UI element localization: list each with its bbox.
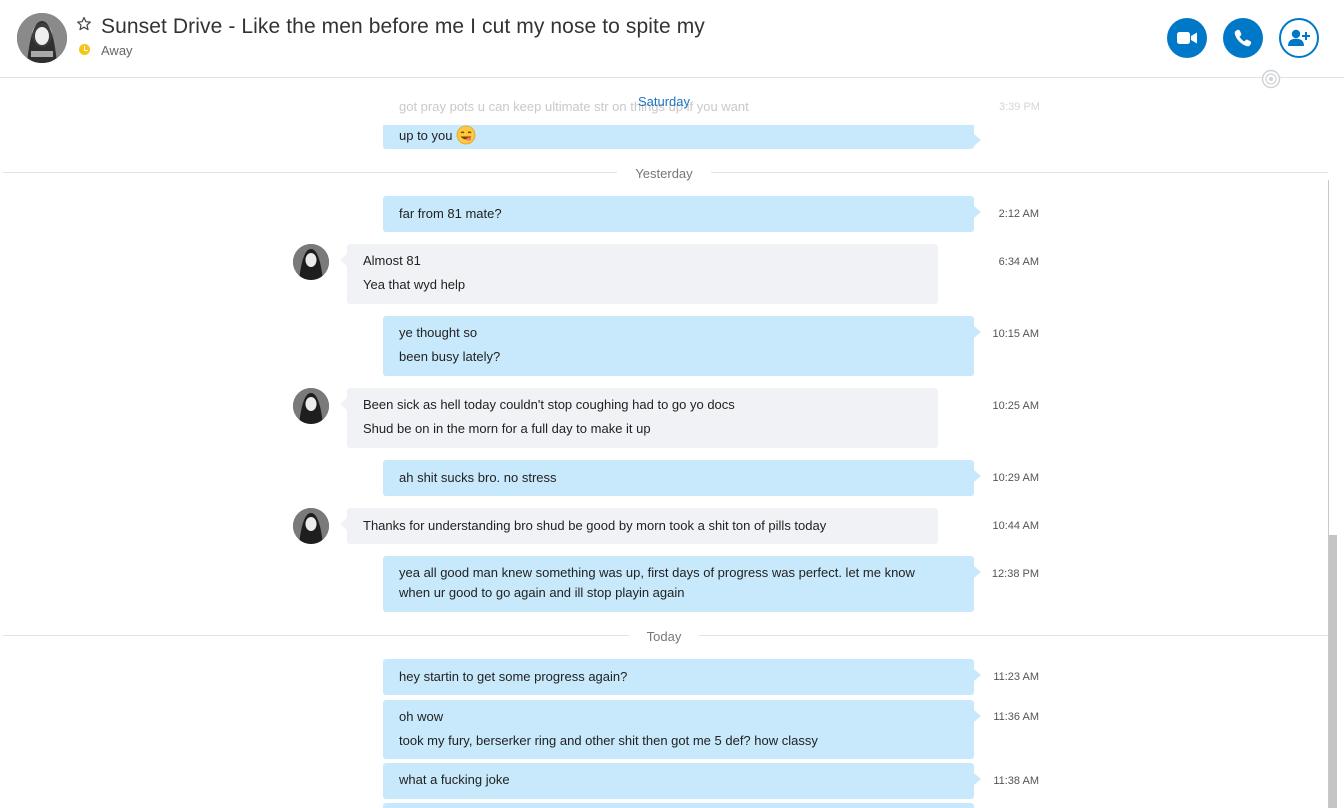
message-text: Yea that wyd help <box>363 277 466 292</box>
date-divider-yesterday: Yesterday <box>0 165 1328 183</box>
sticky-date-label: Saturday <box>637 94 691 109</box>
message-text: Shud be on in the morn for a full day to… <box>363 421 651 436</box>
message-text: oh wow <box>399 709 444 724</box>
message-text: hey startin to get some progress again? <box>399 669 628 684</box>
favorite-star-icon[interactable] <box>76 16 92 32</box>
contact-avatar[interactable] <box>17 13 67 63</box>
message-text: when ur good to go again and ill stop pl… <box>399 585 685 600</box>
message-bubble-outgoing[interactable]: far from 81 mate? <box>383 196 981 232</box>
message-bubble-outgoing[interactable]: hey startin to get some progress again? <box>383 659 981 695</box>
message-text: took my fury, berserker ring and other s… <box>399 733 818 748</box>
message-timestamp: 2:12 AM <box>998 208 1039 220</box>
add-participant-icon <box>1288 29 1310 46</box>
sender-avatar[interactable] <box>293 388 329 424</box>
date-divider-today: Today <box>0 628 1328 646</box>
message-timestamp: 10:25 AM <box>992 400 1039 412</box>
video-call-icon <box>1177 32 1197 44</box>
message-timestamp: 11:23 AM <box>993 671 1039 683</box>
message-text: ye thought so <box>399 325 478 340</box>
message-timestamp: 10:29 AM <box>992 472 1039 484</box>
message-bubble-outgoing[interactable]: ye thought so been busy lately? <box>383 316 981 376</box>
message-text: been busy lately? <box>399 349 501 364</box>
audio-call-icon <box>1234 29 1252 47</box>
audio-call-button[interactable] <box>1223 18 1263 58</box>
message-bubble-incoming[interactable]: Almost 81 Yea that wyd help <box>340 244 938 304</box>
message-text: Thanks for understanding bro shud be goo… <box>363 518 827 533</box>
message-timestamp: 6:34 AM <box>998 256 1039 268</box>
message-timestamp: 10:44 AM <box>992 520 1039 532</box>
message-timestamp: 11:38 AM <box>993 775 1039 787</box>
message-text: what a fucking joke <box>399 772 510 787</box>
message-text: up to you <box>399 125 958 146</box>
message-timestamp: 11:36 AM <box>993 711 1039 723</box>
yum-emoji-icon <box>456 125 475 145</box>
scrollbar-thumb[interactable] <box>1329 535 1337 808</box>
message-bubble-outgoing[interactable] <box>383 803 974 808</box>
sender-avatar[interactable] <box>293 508 329 544</box>
message-text: far from 81 mate? <box>399 206 502 221</box>
message-bubble-incoming[interactable]: Been sick as hell today couldn't stop co… <box>340 388 938 448</box>
message-text: yea all good man knew something was up, … <box>399 565 915 580</box>
message-bubble-outgoing[interactable]: oh wow took my fury, berserker ring and … <box>383 700 981 759</box>
message-text: Almost 81 <box>363 253 421 268</box>
message-bubble-outgoing[interactable]: up to you <box>383 124 981 149</box>
away-status-icon <box>79 44 90 55</box>
sender-avatar[interactable] <box>293 244 329 280</box>
message-bubble-outgoing[interactable]: ah shit sucks bro. no stress <box>383 460 981 496</box>
add-participant-button[interactable] <box>1279 18 1319 58</box>
message-text: ah shit sucks bro. no stress <box>399 470 557 485</box>
globe-icon <box>1261 69 1281 89</box>
conversation-header: Sunset Drive - Like the men before me I … <box>0 0 1344 78</box>
message-bubble-outgoing[interactable]: yea all good man knew something was up, … <box>383 556 981 612</box>
message-timestamp: 12:38 PM <box>991 568 1039 580</box>
message-timestamp: 10:15 AM <box>992 328 1039 340</box>
message-bubble-outgoing[interactable]: what a fucking joke <box>383 763 981 799</box>
message-bubble-incoming[interactable]: Thanks for understanding bro shud be goo… <box>340 508 938 544</box>
message-text: Been sick as hell today couldn't stop co… <box>363 397 735 412</box>
presence-status: Away <box>101 43 133 58</box>
video-call-button[interactable] <box>1167 18 1207 58</box>
conversation-title[interactable]: Sunset Drive - Like the men before me I … <box>101 15 705 39</box>
